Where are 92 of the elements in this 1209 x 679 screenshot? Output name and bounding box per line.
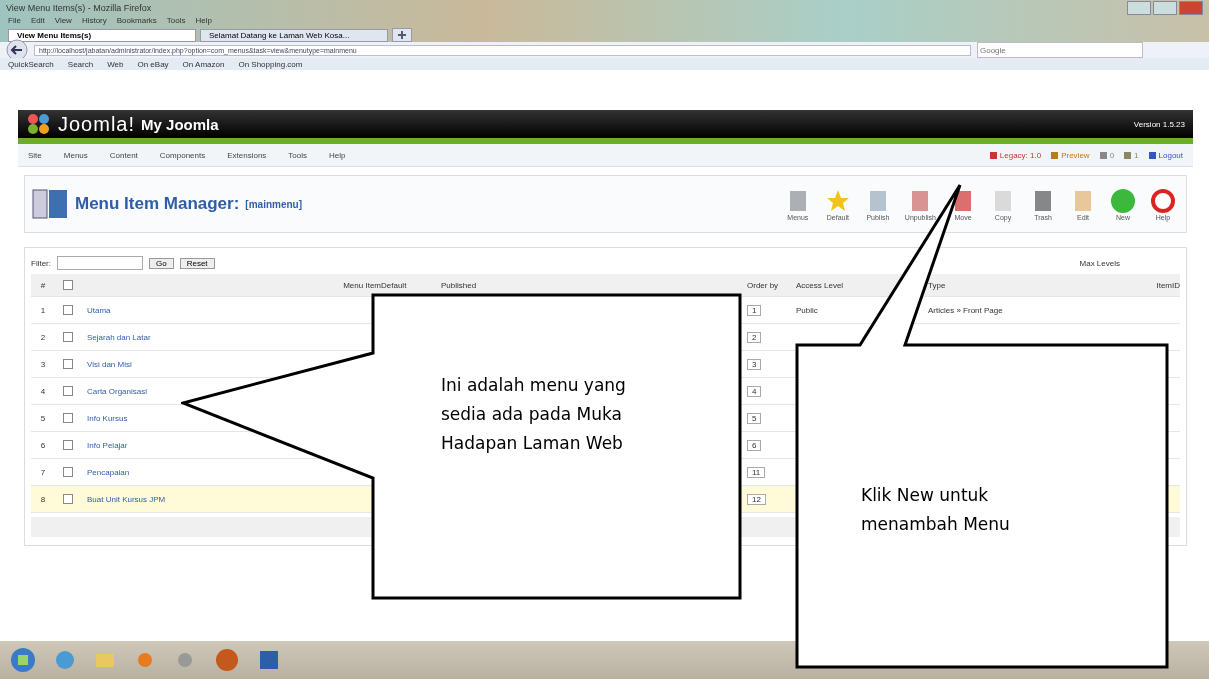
window-title: View Menu Items(s) - Mozilla Firefox	[6, 3, 152, 13]
search-field[interactable]: Google	[977, 42, 1143, 58]
menu-item[interactable]: File	[8, 16, 21, 28]
callout-text: Klik New untuk menambah Menu	[861, 484, 1011, 536]
menu-item[interactable]: Help	[195, 16, 212, 28]
filter-button[interactable]: Reset	[179, 257, 215, 269]
menu-item[interactable]: History	[81, 16, 107, 28]
menu-type-label: [mainmenu]	[245, 198, 303, 210]
menu-item[interactable]: Tools	[166, 16, 186, 28]
start-button-icon[interactable]	[10, 647, 36, 673]
page-title: Menu Item Manager:	[75, 194, 240, 214]
maximize-button[interactable]	[1153, 1, 1177, 15]
row-number: 2	[40, 332, 46, 342]
filter-label: Filter:	[31, 258, 51, 268]
admin-menu-item[interactable]: Tools	[288, 150, 308, 160]
column-header[interactable]: Published	[441, 280, 477, 290]
bookmark-item[interactable]: On Amazon	[182, 59, 225, 69]
checkbox[interactable]	[63, 305, 73, 315]
checkbox[interactable]	[63, 494, 73, 504]
checkbox[interactable]	[63, 413, 73, 423]
filter-field[interactable]	[57, 256, 143, 270]
site-name: My Joomla	[141, 115, 219, 133]
row-number: 4	[40, 386, 46, 396]
bookmark-item[interactable]: On eBay	[137, 59, 169, 69]
menu-item-link[interactable]: Info Pelajar	[87, 440, 128, 450]
max-levels-label: Max Levels	[1079, 258, 1120, 268]
circle-icon	[1110, 187, 1136, 214]
column-header: #	[40, 280, 46, 290]
menu-item-link[interactable]: Sejarah dan Latar	[87, 332, 151, 342]
version-text: Version 1.5.23	[1133, 119, 1185, 129]
callout-text: Ini adalah menu yang sedia ada pada Muka Hadapan Laman Web	[441, 374, 627, 455]
column-header[interactable]: ItemID	[1156, 280, 1180, 290]
help-icon	[1150, 187, 1176, 214]
column-header[interactable]: Type	[928, 280, 946, 290]
bookmark-item[interactable]: On Shopping.com	[238, 59, 303, 69]
menu-item-link[interactable]: Buat Unit Kursus JPM	[87, 494, 166, 504]
menu-item[interactable]: Bookmarks	[116, 16, 157, 28]
menu-item-link[interactable]: Info Kursus	[87, 413, 128, 423]
checkbox[interactable]	[63, 359, 73, 369]
status-link[interactable]: Logout	[1148, 150, 1183, 160]
menu-item[interactable]: View	[54, 16, 72, 28]
table-cell: Public	[796, 305, 818, 315]
table-cell: Articles » Front Page	[928, 305, 1003, 315]
order-field[interactable]: 5	[747, 412, 762, 424]
menu-manager-icon	[31, 187, 69, 221]
new-tab-button[interactable]	[392, 28, 412, 42]
order-field[interactable]: 6	[747, 439, 762, 451]
order-field[interactable]: 1	[747, 304, 762, 316]
order-field[interactable]: 2	[747, 331, 762, 343]
browser-tab[interactable]: View Menu Items(s)	[8, 29, 196, 42]
order-field[interactable]: 3	[747, 358, 762, 370]
menu-item-link[interactable]: Pencapaian	[87, 467, 130, 477]
plus-icon	[397, 30, 407, 40]
order-field[interactable]: 11	[747, 466, 766, 478]
column-header[interactable]: Access Level	[796, 280, 844, 290]
checkbox[interactable]	[63, 467, 73, 477]
menu-item[interactable]: Edit	[30, 16, 45, 28]
column-header[interactable]: Menu Item	[343, 280, 381, 290]
status-link[interactable]: 1	[1124, 150, 1139, 160]
column-header[interactable]: Order by	[747, 280, 779, 290]
checkbox[interactable]	[63, 386, 73, 396]
admin-menu-item[interactable]: Site	[28, 150, 42, 160]
row-number: 6	[40, 440, 46, 450]
admin-menu-item[interactable]: Content	[109, 150, 138, 160]
bookmark-item[interactable]: Search	[67, 59, 94, 69]
order-field[interactable]: 12	[747, 493, 766, 505]
status-link[interactable]: 0	[1099, 150, 1115, 160]
admin-menu-item[interactable]: Help	[329, 150, 346, 160]
row-number: 5	[40, 413, 46, 423]
admin-menu-item[interactable]: Menus	[63, 150, 88, 160]
minimize-button[interactable]	[1127, 1, 1151, 15]
admin-menu-item[interactable]: Components	[159, 150, 206, 160]
logo-text: Joomla!	[58, 112, 136, 136]
admin-menu-item[interactable]: Extensions	[227, 150, 267, 160]
checkbox[interactable]	[63, 332, 73, 342]
joomla-logo-icon	[26, 112, 52, 136]
bookmark-item[interactable]: QuickSearch	[8, 59, 54, 69]
row-number: 8	[40, 494, 46, 504]
filter-button[interactable]: Go	[149, 257, 174, 269]
menu-item-link[interactable]: Carta Organisasi	[87, 386, 148, 396]
bookmark-item[interactable]: Web	[107, 59, 124, 69]
browser-tab[interactable]: Selamat Datang ke Laman Web Kosa...	[200, 29, 388, 42]
row-number: 3	[40, 359, 46, 369]
row-number: 7	[40, 467, 46, 477]
row-number: 1	[40, 305, 46, 315]
checkbox[interactable]	[63, 280, 73, 290]
checkbox[interactable]	[63, 440, 73, 450]
column-header[interactable]: Default	[381, 280, 407, 290]
menu-item-link[interactable]: Visi dan Misi	[87, 359, 132, 369]
status-link[interactable]: Legacy: 1.0	[989, 150, 1042, 160]
menu-item-link[interactable]: Utama	[87, 305, 111, 315]
order-field[interactable]: 4	[747, 385, 762, 397]
